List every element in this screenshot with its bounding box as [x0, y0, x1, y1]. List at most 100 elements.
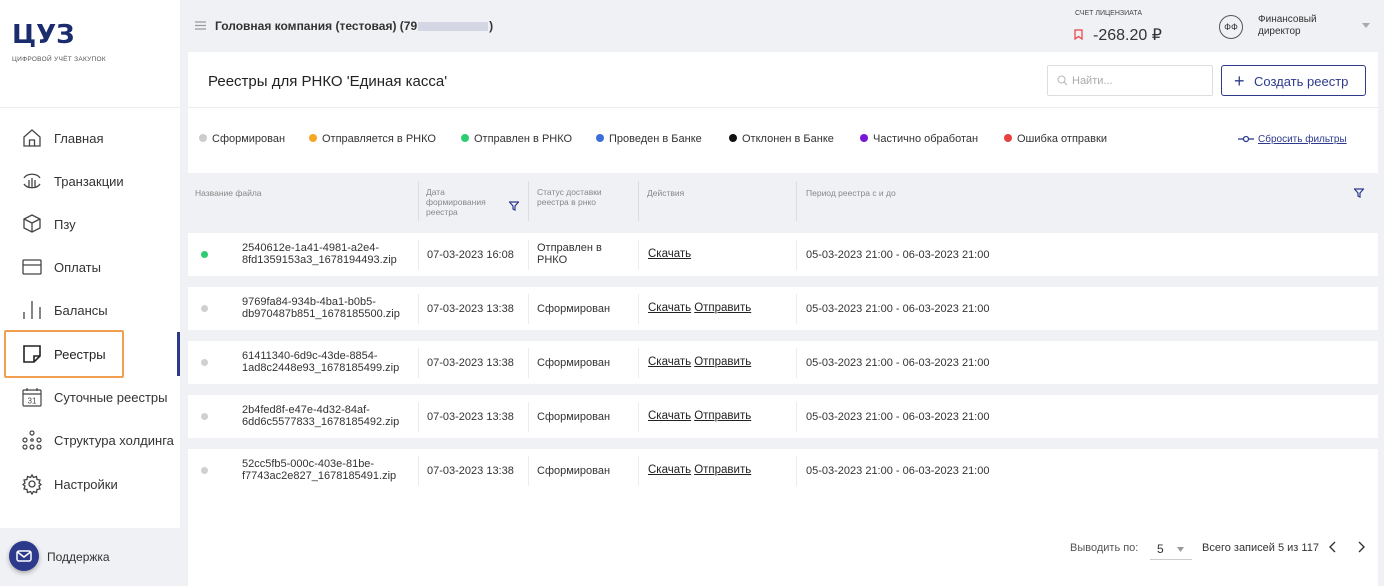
company-selector[interactable]: Головная компания (тестовая) (79): [215, 19, 493, 33]
masked-phone: [418, 22, 489, 32]
table-header: [188, 173, 1378, 233]
status-dot: [309, 134, 317, 142]
search-input[interactable]: [1072, 72, 1208, 90]
cell-separator: [796, 348, 797, 378]
row-actions: Скачать Отправить: [648, 410, 751, 422]
chevron-down-icon[interactable]: [1362, 23, 1370, 28]
legend-item[interactable]: Отклонен в Банке: [729, 133, 834, 145]
status-dot: [201, 251, 208, 258]
bars-icon: [23, 301, 41, 319]
legend-item[interactable]: Отправлен в РНКО: [461, 133, 572, 145]
chevron-left-icon[interactable]: [1326, 540, 1340, 554]
download-link[interactable]: Скачать: [648, 356, 691, 368]
registry-date: 07-03-2023 13:38: [427, 465, 514, 477]
status-dot: [461, 134, 469, 142]
table-row[interactable]: 52cc5fb5-000c-403e-81be-f7743ac2e827_167…: [188, 449, 1378, 492]
create-registry-button[interactable]: + Создать реестр: [1221, 65, 1366, 96]
cell-separator: [796, 456, 797, 486]
user-role[interactable]: Финансовый директор: [1258, 14, 1338, 38]
cell-separator: [418, 240, 419, 270]
file-name: 52cc5fb5-000c-403e-81be-f7743ac2e827_167…: [242, 458, 397, 482]
sidebar-item-holding-structure[interactable]: Структура холдинга: [0, 420, 180, 460]
hamburger-icon[interactable]: [195, 21, 206, 30]
download-link[interactable]: Скачать: [648, 410, 691, 422]
page-size-label: Выводить по:: [1070, 542, 1139, 554]
sidebar-item-payments[interactable]: Оплаты: [0, 247, 180, 287]
registry-date: 07-03-2023 13:38: [427, 411, 514, 423]
search-box[interactable]: [1047, 65, 1213, 96]
delivery-status: Сформирован: [537, 465, 611, 477]
sidebar-item-label: Балансы: [54, 303, 108, 318]
sidebar-item-pzu[interactable]: Пзу: [0, 204, 180, 244]
table-row[interactable]: 2540612e-1a41-4981-a2e4-8fd1359153a3_167…: [188, 233, 1378, 276]
row-gap: [188, 438, 1378, 449]
row-actions: Скачать: [648, 248, 691, 260]
download-link[interactable]: Скачать: [648, 248, 691, 260]
status-dot: [860, 134, 868, 142]
send-link[interactable]: Отправить: [694, 464, 751, 476]
legend-item[interactable]: Отправляется в РНКО: [309, 133, 436, 145]
column-separator: [796, 181, 797, 221]
file-name: 2540612e-1a41-4981-a2e4-8fd1359153a3_167…: [242, 242, 397, 266]
chevron-right-icon[interactable]: [1354, 540, 1368, 554]
cell-separator: [638, 294, 639, 324]
send-link[interactable]: Отправить: [694, 410, 751, 422]
sidebar: ЦУЗ цифровой учёт закупок Главная Транза…: [0, 0, 180, 586]
legend-item[interactable]: Проведен в Банке: [596, 133, 702, 145]
delivery-status: Отправлен в РНКО: [537, 242, 602, 266]
row-actions: Скачать Отправить: [648, 356, 751, 368]
search-icon: [1057, 75, 1068, 86]
sidebar-item-daily-registries[interactable]: 31 Суточные реестры: [0, 377, 180, 417]
registry-period: 05-03-2023 21:00 - 06-03-2023 21:00: [806, 465, 990, 477]
table-row[interactable]: 61411340-6d9c-43de-8854-1ad8c2448e93_167…: [188, 341, 1378, 384]
legend-item[interactable]: Частично обработан: [860, 133, 978, 145]
cell-separator: [528, 402, 529, 432]
sidebar-item-home[interactable]: Главная: [0, 118, 180, 158]
cell-separator: [638, 456, 639, 486]
table-row[interactable]: 9769fa84-934b-4ba1-b0b5-db970487b851_167…: [188, 287, 1378, 330]
legend-item[interactable]: Ошибка отправки: [1004, 133, 1107, 145]
calendar-icon: 31: [22, 388, 42, 407]
filter-icon[interactable]: [1354, 188, 1364, 198]
row-gap: [188, 330, 1378, 341]
cell-separator: [528, 294, 529, 324]
reset-filters-link[interactable]: Сбросить фильтры: [1238, 134, 1347, 145]
registry-period: 05-03-2023 21:00 - 06-03-2023 21:00: [806, 357, 990, 369]
table-row[interactable]: 2b4fed8f-e47e-4d32-84af-6dd6c5577833_167…: [188, 395, 1378, 438]
cell-separator: [638, 348, 639, 378]
registry-period: 05-03-2023 21:00 - 06-03-2023 21:00: [806, 411, 990, 423]
page-size-select[interactable]: 5: [1150, 538, 1192, 560]
filter-icon[interactable]: [509, 201, 519, 211]
account-balance: -268.20 ₽: [1093, 27, 1162, 44]
sidebar-divider: [0, 107, 180, 108]
bookmark-icon: [1074, 29, 1083, 40]
card-icon: [22, 259, 42, 275]
sidebar-item-transactions[interactable]: Транзакции: [0, 161, 180, 201]
app-logo[interactable]: ЦУЗ: [12, 20, 75, 50]
filter-reset-icon: [1238, 136, 1254, 143]
send-link[interactable]: Отправить: [694, 356, 751, 368]
download-link[interactable]: Скачать: [648, 302, 691, 314]
active-item-indicator: [177, 332, 180, 376]
legend-item[interactable]: Сформирован: [199, 133, 285, 145]
sidebar-item-label: Настройки: [54, 477, 118, 492]
sidebar-item-balances[interactable]: Балансы: [0, 290, 180, 330]
delivery-status: Сформирован: [537, 357, 611, 369]
status-dot: [729, 134, 737, 142]
row-actions: Скачать Отправить: [648, 302, 751, 314]
records-total: Всего записей 5 из 117: [1202, 542, 1319, 554]
send-link[interactable]: Отправить: [694, 302, 751, 314]
download-link[interactable]: Скачать: [648, 464, 691, 476]
support-button[interactable]: [9, 541, 39, 571]
delivery-status: Сформирован: [537, 303, 611, 315]
chevron-down-icon: [1177, 547, 1184, 552]
avatar[interactable]: ФФ: [1219, 15, 1243, 39]
row-gap: [188, 384, 1378, 395]
sidebar-item-label: Транзакции: [54, 174, 124, 189]
support-label[interactable]: Поддержка: [47, 550, 110, 564]
sidebar-item-settings[interactable]: Настройки: [0, 464, 180, 504]
status-dot: [596, 134, 604, 142]
registry-date: 07-03-2023 16:08: [427, 249, 514, 261]
status-dot: [201, 413, 208, 420]
header-divider: [188, 107, 1378, 108]
